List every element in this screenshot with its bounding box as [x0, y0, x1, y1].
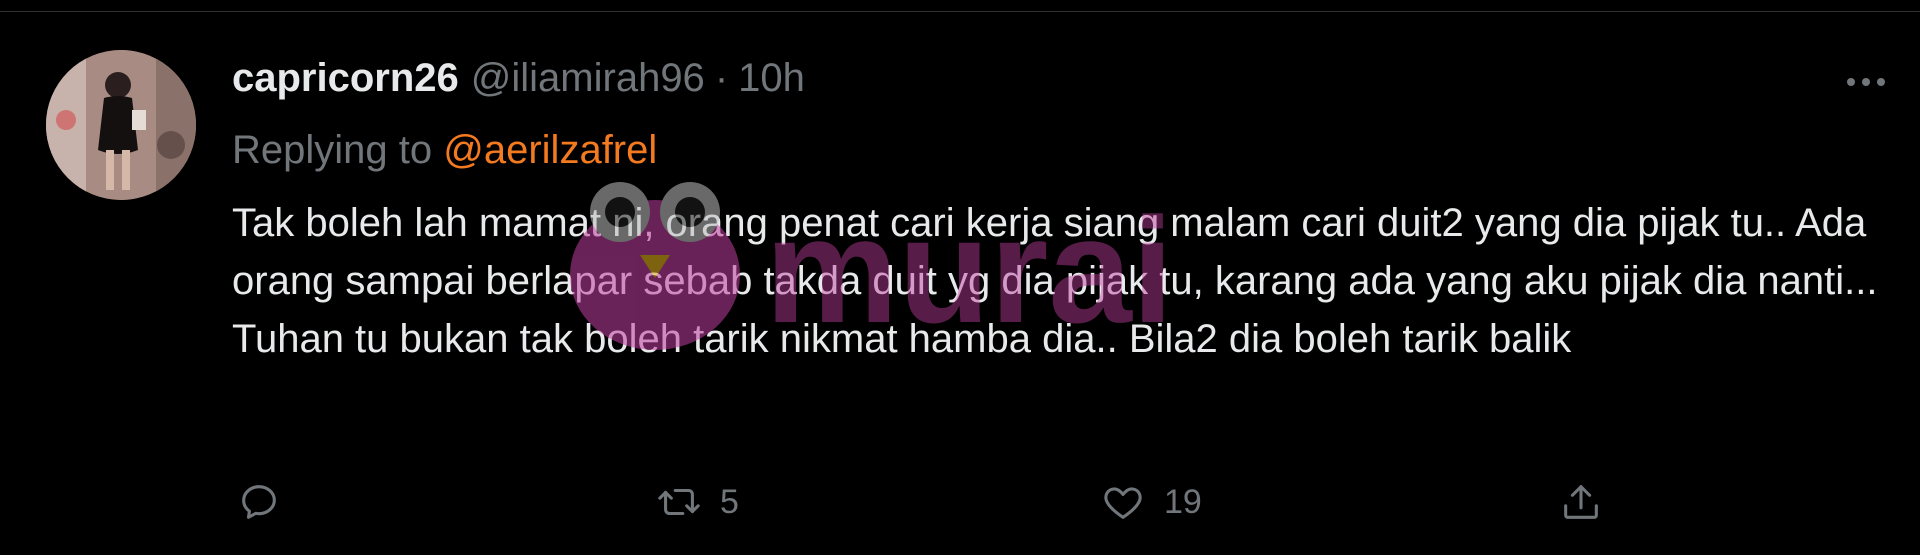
more-horizontal-icon: [1847, 78, 1885, 86]
reply-button[interactable]: [236, 476, 300, 528]
reply-icon: [242, 485, 276, 519]
timestamp[interactable]: 10h: [738, 56, 805, 101]
like-button[interactable]: 19: [1100, 476, 1202, 528]
replying-mention-link[interactable]: @aerilzafrel: [443, 128, 657, 172]
tweet-actions: 5 19: [236, 476, 1636, 528]
avatar-image: [46, 50, 196, 200]
replying-label: Replying to: [232, 128, 433, 172]
avatar[interactable]: [46, 50, 196, 200]
share-icon: [1564, 485, 1598, 519]
retweet-button[interactable]: 5: [656, 476, 739, 528]
display-name[interactable]: capricorn26: [232, 56, 459, 101]
heart-icon: [1104, 487, 1142, 519]
share-button[interactable]: [1558, 476, 1622, 528]
retweet-icon: [658, 488, 700, 516]
tweet-header: capricorn26 @iliamirah96 · 10h: [232, 56, 805, 106]
tweet-text: Tak boleh lah mamat ni, orang penat cari…: [232, 201, 1878, 361]
replying-to-line: Replying to @aerilzafrel: [232, 128, 657, 173]
separator-dot: ·: [714, 56, 729, 100]
more-options-button[interactable]: [1844, 62, 1888, 102]
like-count: 19: [1164, 482, 1202, 521]
retweet-count: 5: [720, 482, 739, 521]
user-handle[interactable]: @iliamirah96: [471, 56, 705, 101]
top-divider: [0, 0, 1920, 12]
